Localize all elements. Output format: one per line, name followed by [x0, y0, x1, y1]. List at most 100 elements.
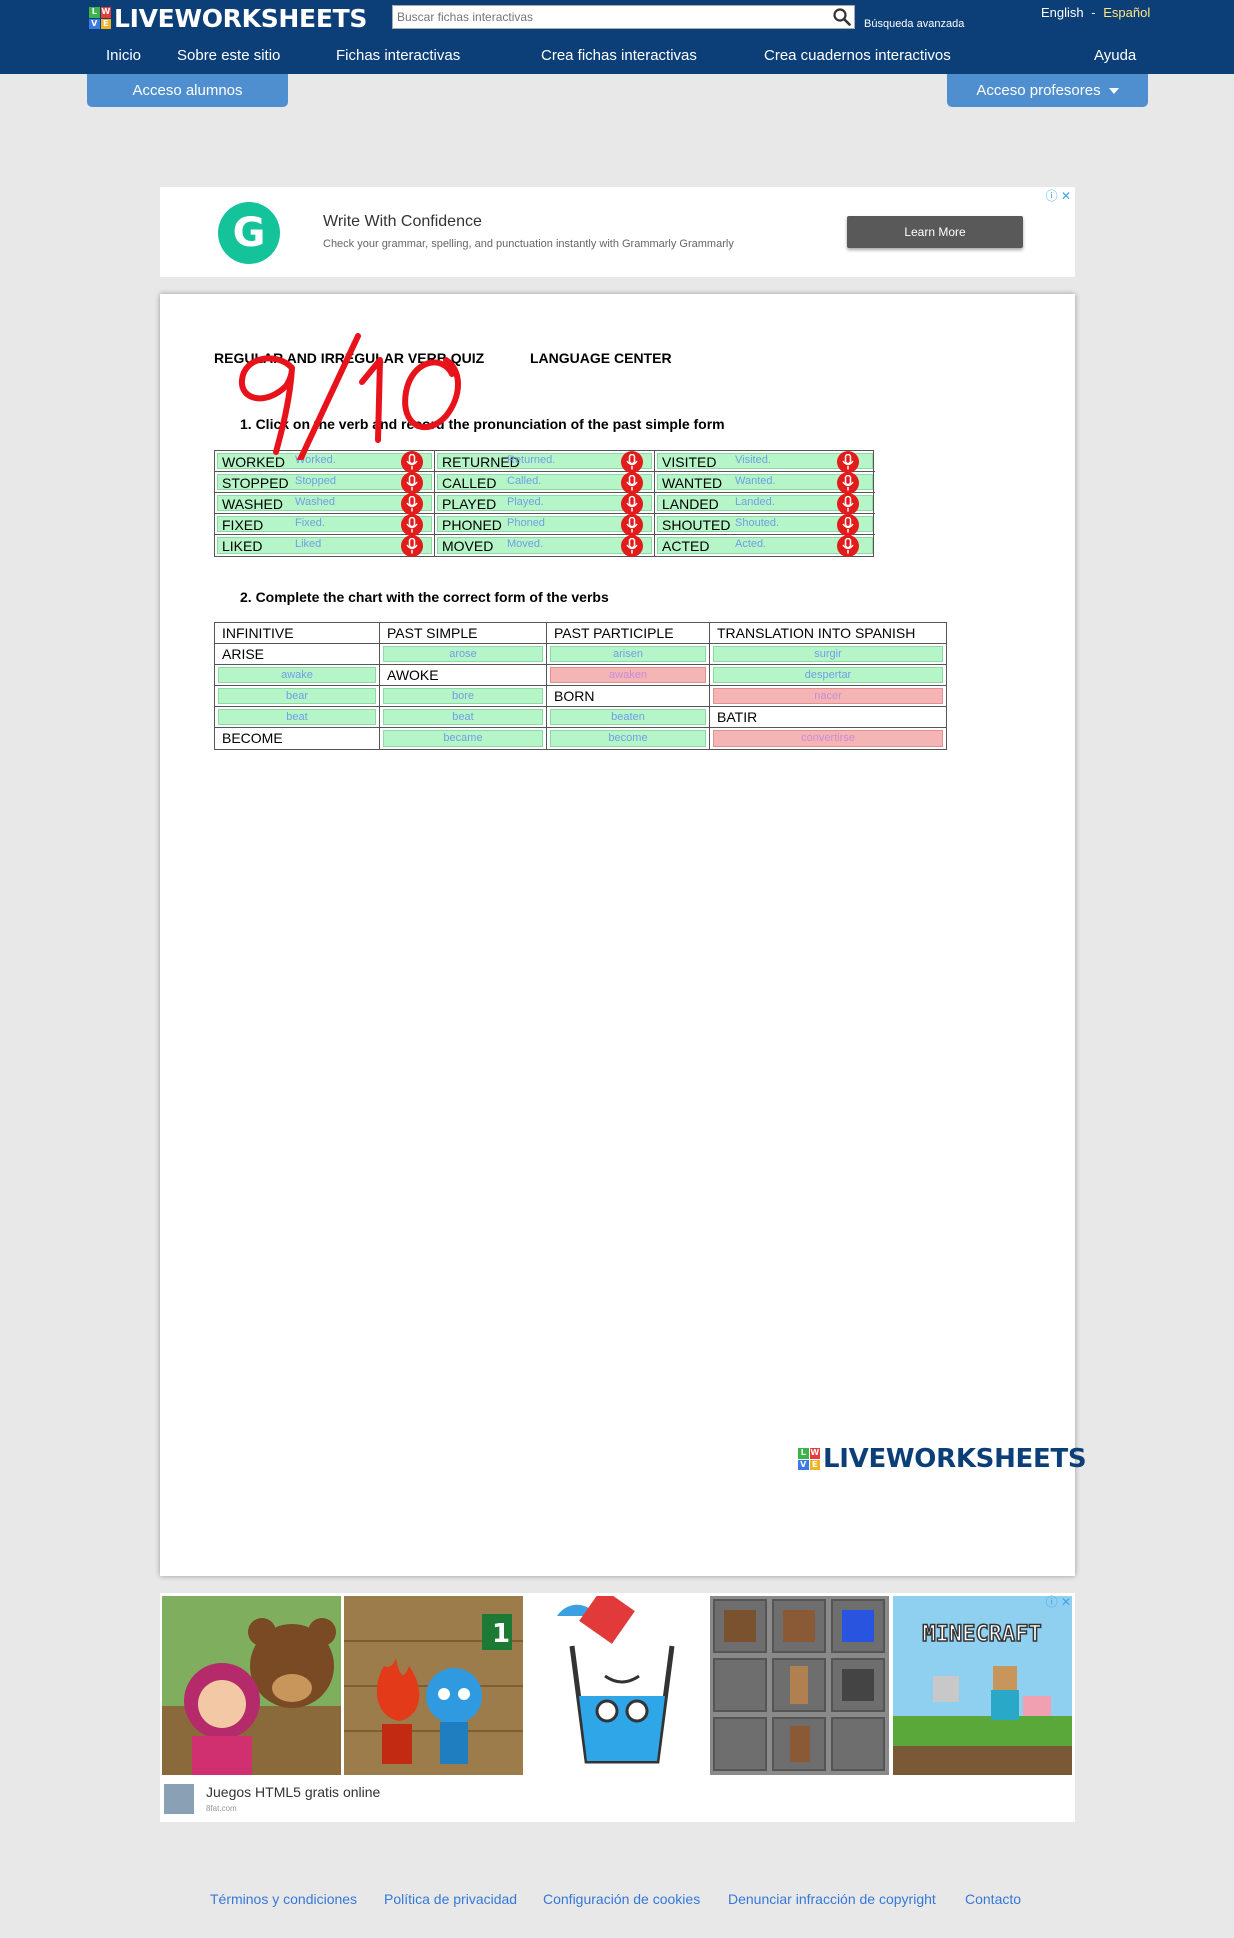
advanced-search-link[interactable]: Búsqueda avanzada	[864, 18, 964, 30]
adchoices-icon[interactable]: ⓘ ✕	[1046, 187, 1071, 204]
game-tile-minecraft[interactable]: MINECRAFT	[893, 1596, 1072, 1775]
ad-title: Write With Confidence	[323, 213, 482, 230]
game-tile-masha[interactable]	[162, 1596, 341, 1775]
nav-ayuda[interactable]: Ayuda	[1094, 47, 1136, 64]
chart-cell: beaten	[547, 707, 710, 728]
search-input[interactable]	[393, 6, 830, 28]
microphone-icon[interactable]	[621, 535, 643, 557]
footer-logo-text: LIVEWORKSHEETS	[823, 1444, 1087, 1474]
microphone-icon[interactable]	[401, 535, 423, 557]
game-tile-crafting[interactable]	[710, 1596, 889, 1775]
chart-header-label: PAST PARTICIPLE	[554, 625, 674, 641]
pron-answer: Phoned	[507, 517, 545, 529]
crafting-grid-image	[710, 1596, 889, 1775]
correct-answer-field[interactable]: become	[550, 730, 706, 747]
adchoices-icon[interactable]: ⓘ ✕	[1046, 1593, 1071, 1610]
chart-cell: became	[380, 728, 547, 749]
correct-answer-field[interactable]: arisen	[550, 646, 706, 662]
grammarly-logo-icon: G	[218, 202, 280, 264]
games-ad[interactable]: 1 MINECRAFT ⓘ ✕ Juegos HTML5 gratis onli…	[160, 1593, 1075, 1822]
microphone-icon[interactable]	[837, 472, 859, 494]
nav-fichas-interactivas[interactable]: Fichas interactivas	[336, 47, 460, 64]
logo-cubes-icon: L W V E	[89, 7, 111, 29]
pron-cell: ACTED Acted.	[655, 535, 875, 557]
correct-answer-field[interactable]: surgir	[713, 646, 943, 662]
pron-verb[interactable]: STOPPED	[222, 475, 289, 491]
minecraft-title: MINECRAFT	[922, 1622, 1041, 1647]
microphone-icon[interactable]	[401, 472, 423, 494]
pron-cell: WASHED Washed	[215, 493, 435, 515]
microphone-icon[interactable]	[401, 493, 423, 515]
correct-answer-field[interactable]: bear	[218, 688, 376, 704]
footer-contact-link[interactable]: Contacto	[965, 1891, 1021, 1907]
chart-header-cell: TRANSLATION INTO SPANISH	[710, 623, 946, 644]
correct-answer-field[interactable]: despertar	[713, 667, 943, 683]
teachers-access-button[interactable]: Acceso profesores	[947, 74, 1148, 107]
chart-header-row: INFINITIVE PAST SIMPLE PAST PARTICIPLE TRAN…	[215, 623, 946, 644]
site-logo[interactable]: L W V E LIVEWORKSHEETS	[89, 3, 368, 33]
pron-verb[interactable]: VISITED	[662, 454, 716, 470]
microphone-icon[interactable]	[621, 472, 643, 494]
pron-cell: PHONED Phoned	[435, 514, 655, 536]
incorrect-answer-field[interactable]: awaken	[550, 667, 706, 683]
lang-spanish-link[interactable]: Español	[1103, 5, 1150, 20]
microphone-icon[interactable]	[401, 514, 423, 536]
pron-verb[interactable]: WANTED	[662, 475, 722, 491]
pron-cell: VISITED Visited.	[655, 451, 875, 473]
pron-verb[interactable]: WASHED	[222, 496, 283, 512]
correct-answer-field[interactable]: beaten	[550, 709, 706, 725]
chart-cell: convertirse	[710, 728, 946, 749]
microphone-icon[interactable]	[837, 514, 859, 536]
grammarly-ad[interactable]: G Write With Confidence Check your gramm…	[160, 187, 1075, 277]
pron-verb[interactable]: LANDED	[662, 496, 719, 512]
nav-sobre-este-sitio[interactable]: Sobre este sitio	[177, 47, 280, 64]
pron-verb[interactable]: SHOUTED	[662, 517, 730, 533]
pron-verb[interactable]: LIKED	[222, 538, 262, 554]
nav-crea-cuadernos[interactable]: Crea cuadernos interactivos	[764, 47, 951, 64]
worksheet-center: LANGUAGE CENTER	[530, 350, 672, 366]
ad-subtitle: Check your grammar, spelling, and punctu…	[323, 238, 734, 250]
chart-header-label: TRANSLATION INTO SPANISH	[717, 625, 916, 641]
pron-cell: PLAYED Played.	[435, 493, 655, 515]
lang-english-link[interactable]: English	[1041, 5, 1084, 20]
footer-privacy-link[interactable]: Política de privacidad	[384, 1891, 517, 1907]
correct-answer-field[interactable]: became	[383, 730, 543, 747]
microphone-icon[interactable]	[621, 493, 643, 515]
pron-verb[interactable]: MOVED	[442, 538, 493, 554]
microphone-icon[interactable]	[621, 514, 643, 536]
correct-answer-field[interactable]: beat	[383, 709, 543, 725]
microphone-icon[interactable]	[837, 535, 859, 557]
game-tile-fireboy[interactable]: 1	[344, 1596, 523, 1775]
footer-cookies-link[interactable]: Configuración de cookies	[543, 1891, 700, 1907]
pron-verb[interactable]: FIXED	[222, 517, 263, 533]
game-tile-happy-glass[interactable]	[527, 1596, 706, 1775]
incorrect-answer-field[interactable]: nacer	[713, 688, 943, 704]
pron-verb[interactable]: PHONED	[442, 517, 502, 533]
correct-answer-field[interactable]: beat	[218, 709, 376, 725]
correct-answer-field[interactable]: bore	[383, 688, 543, 704]
chart-row: bear bore BORN nacer	[215, 686, 946, 707]
pron-verb[interactable]: PLAYED	[442, 496, 496, 512]
footer-terms-link[interactable]: Términos y condiciones	[210, 1891, 357, 1907]
incorrect-answer-field[interactable]: convertirse	[713, 730, 943, 747]
worksheet: REGULAR AND IRREGULAR VERB QUIZ LANGUAGE…	[160, 294, 1087, 1576]
microphone-icon[interactable]	[837, 451, 859, 473]
teachers-access-label: Acceso profesores	[976, 82, 1101, 99]
microphone-icon[interactable]	[621, 451, 643, 473]
chart-header-cell: INFINITIVE	[215, 623, 380, 644]
chart-row: BECOME became become convertirse	[215, 728, 946, 749]
search-icon[interactable]	[830, 6, 854, 28]
learn-more-button[interactable]: Learn More	[847, 216, 1023, 248]
footer-copyright-link[interactable]: Denunciar infracción de copyright	[728, 1891, 936, 1907]
nav-inicio[interactable]: Inicio	[106, 47, 141, 64]
correct-answer-field[interactable]: awake	[218, 667, 376, 683]
nav-crea-fichas[interactable]: Crea fichas interactivas	[541, 47, 697, 64]
logo-text: LIVEWORKSHEETS	[114, 3, 368, 33]
correct-answer-field[interactable]: arose	[383, 646, 543, 662]
pron-verb[interactable]: ACTED	[662, 538, 709, 554]
microphone-icon[interactable]	[837, 493, 859, 515]
pron-cell: FIXED Fixed.	[215, 514, 435, 536]
games-ad-title: Juegos HTML5 gratis online	[206, 1784, 381, 1800]
students-access-button[interactable]: Acceso alumnos	[87, 74, 288, 107]
pron-verb[interactable]: CALLED	[442, 475, 496, 491]
